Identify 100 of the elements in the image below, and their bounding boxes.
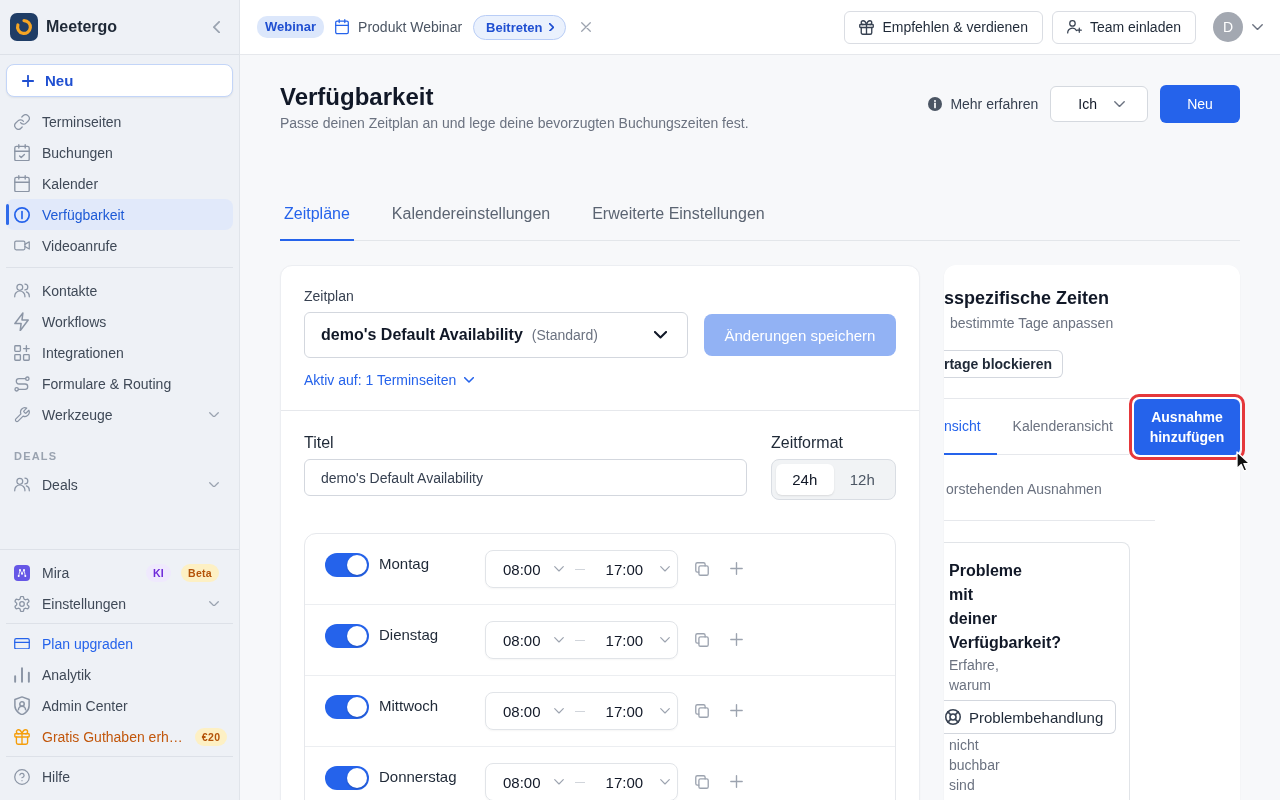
dash-icon <box>574 639 585 641</box>
day-toggle[interactable] <box>325 553 369 577</box>
sidebar-item[interactable]: Videoanrufe <box>6 230 233 261</box>
brand-name: Meetergo <box>46 18 119 36</box>
chevron-down-icon[interactable] <box>1252 23 1263 31</box>
chevron-down-icon <box>660 637 671 643</box>
sidebar-item[interactable]: Admin Center <box>6 690 233 721</box>
tab[interactable]: Erweiterte Einstellungen <box>588 189 769 241</box>
page-subtitle: Passe deinen Zeitplan an und lege deine bevorzugten Buchungszeiten fest. <box>280 114 750 133</box>
chevron-down-icon <box>660 566 671 572</box>
logo-icon <box>10 13 38 41</box>
day-name: Montag <box>379 554 431 574</box>
time-select[interactable]: 08:00 <box>503 560 564 578</box>
time-select[interactable]: 17:00 <box>605 702 671 720</box>
chevron-down-icon <box>660 779 671 785</box>
sidebar-item[interactable]: Mira KI Beta <box>6 557 233 588</box>
users-icon <box>14 283 30 298</box>
plus-icon[interactable] <box>730 633 743 646</box>
new-button[interactable]: Neu <box>6 64 233 97</box>
new-button[interactable]: Neu <box>1160 85 1240 123</box>
invite-button[interactable]: Team einladen <box>1051 10 1196 44</box>
sidebar-item[interactable]: Gratis Guthaben erh… €20 <box>6 721 233 752</box>
referral-button[interactable]: Empfehlen & verdienen <box>844 10 1043 44</box>
credit-badge: €20 <box>194 727 228 746</box>
empty-state-text: orstehenden Ausnahmen <box>945 480 1103 499</box>
sidebar-item[interactable]: Kontakte <box>6 275 233 306</box>
dash-icon <box>574 568 585 570</box>
chevron-down-icon <box>660 708 671 714</box>
plus-icon[interactable] <box>730 562 743 575</box>
chevron-down-icon <box>553 566 564 572</box>
copy-icon[interactable] <box>695 704 709 718</box>
chevron-right-icon <box>549 22 555 32</box>
sidebar-item[interactable]: Formulare & Routing <box>6 368 233 399</box>
sidebar-item[interactable]: Workflows <box>6 306 233 337</box>
copy-icon[interactable] <box>695 562 709 576</box>
calendar-check-icon <box>14 143 30 162</box>
copy-icon[interactable] <box>695 633 709 647</box>
day-toggle[interactable] <box>325 766 369 790</box>
sidebar-item[interactable]: Hilfe <box>6 761 233 792</box>
plus-icon[interactable] <box>730 704 743 717</box>
chevron-down-icon <box>553 708 564 714</box>
sidebar-item[interactable]: Plan upgraden <box>6 628 233 659</box>
day-toggle[interactable] <box>325 695 369 719</box>
sidebar-item[interactable]: Terminseiten <box>6 106 233 137</box>
block-button[interactable]: rtage blockieren <box>944 350 1064 378</box>
learn-more-link[interactable]: Mehr erfahren <box>928 96 1039 112</box>
day-toggle[interactable] <box>325 624 369 648</box>
title-input[interactable]: demo's Default Availability <box>304 459 747 496</box>
day-name: Mittwoch <box>379 696 440 716</box>
close-icon[interactable] <box>581 22 592 32</box>
settings-icon <box>14 595 30 612</box>
add-exception-button[interactable]: Ausnahme hinzufügen <box>1134 399 1240 455</box>
active-pages-link[interactable]: Aktiv auf: 1 Terminseiten <box>304 370 475 390</box>
grid-plus-icon <box>14 344 30 361</box>
time-format-option[interactable]: 12h <box>833 464 891 495</box>
calendar-icon <box>335 19 350 35</box>
dash-icon <box>574 710 585 712</box>
sidebar-item[interactable]: Integrationen <box>6 337 233 368</box>
chevron-down-icon <box>553 637 564 643</box>
sidebar-item[interactable]: Buchungen <box>6 137 233 168</box>
bar-chart-icon <box>14 666 30 683</box>
sidebar-item[interactable]: Kalender <box>6 168 233 199</box>
field-label: Zeitformat <box>771 433 844 453</box>
wrench-icon <box>14 406 30 423</box>
owner-select[interactable]: Ich <box>1050 86 1148 122</box>
time-select[interactable]: 08:00 <box>503 631 564 649</box>
view-tab[interactable]: Kalenderansicht <box>1012 399 1129 455</box>
link-icon <box>14 113 30 130</box>
user-plus-icon <box>1066 20 1082 34</box>
gift-icon <box>14 728 30 745</box>
time-select[interactable]: 17:00 <box>605 560 671 578</box>
time-format-option[interactable]: 24h <box>776 464 834 495</box>
circle-bar-icon <box>14 206 30 223</box>
sidebar-item[interactable]: Deals <box>6 469 233 500</box>
sidebar-item[interactable]: Werkzeuge <box>6 399 233 430</box>
event-type-badge: Webinar <box>257 16 325 38</box>
chevron-left-icon[interactable] <box>213 20 220 34</box>
ai-badge: KI <box>145 563 172 582</box>
time-select[interactable]: 17:00 <box>605 631 671 649</box>
page-title: Verfügbarkeit <box>280 83 435 111</box>
constellation-tile-icon <box>14 564 30 581</box>
time-select[interactable]: 08:00 <box>503 702 564 720</box>
sidebar-item[interactable]: Verfügbarkeit <box>6 199 233 230</box>
join-button[interactable]: Beitreten <box>473 14 567 40</box>
tab[interactable]: Kalendereinstellungen <box>387 189 555 241</box>
time-select[interactable]: 17:00 <box>605 773 671 791</box>
field-label: Titel <box>304 433 335 453</box>
view-tab[interactable]: nsicht <box>944 399 997 455</box>
chevron-down-icon <box>1114 100 1125 108</box>
schedule-select[interactable]: demo's Default Availability (Standard) <box>304 312 688 358</box>
sidebar-item[interactable]: Einstellungen <box>6 588 233 619</box>
lightning-icon <box>14 311 30 332</box>
time-select[interactable]: 08:00 <box>503 773 564 791</box>
tab[interactable]: Zeitpläne <box>280 189 354 241</box>
copy-icon[interactable] <box>695 775 709 789</box>
plus-icon <box>22 74 34 87</box>
chevron-down-icon <box>553 779 564 785</box>
troubleshoot-button[interactable]: Problembehandlung <box>944 700 1117 734</box>
sidebar-item[interactable]: Analytik <box>6 659 233 690</box>
plus-icon[interactable] <box>730 775 743 788</box>
